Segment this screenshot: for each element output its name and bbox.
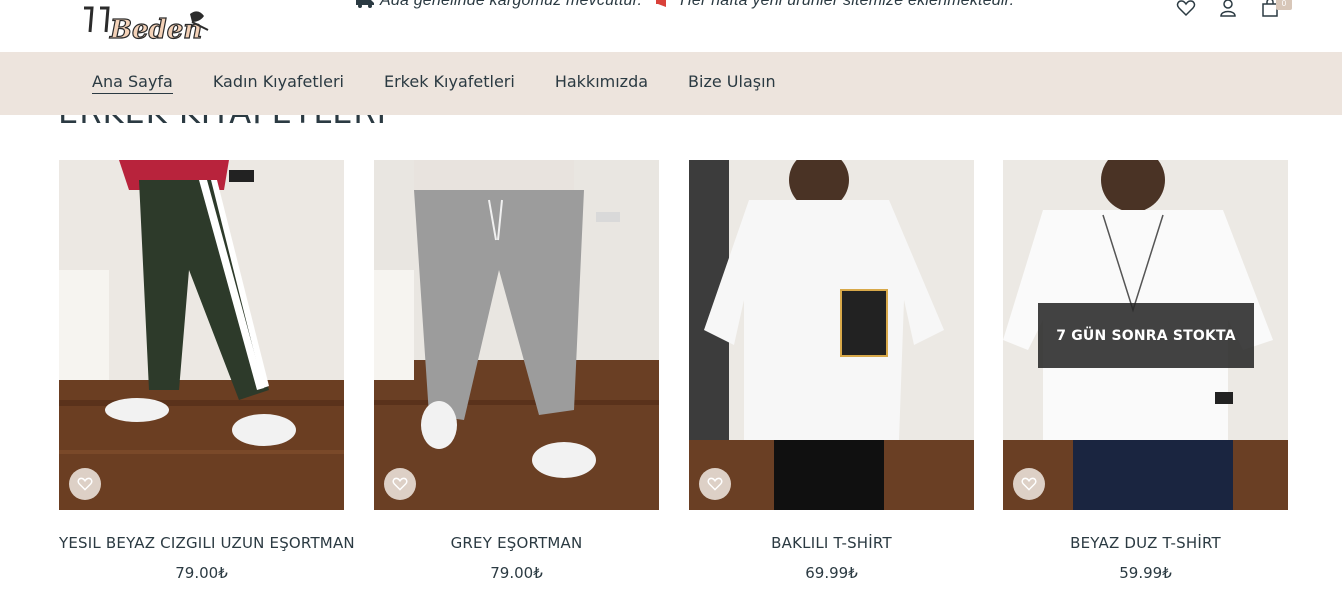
product-name[interactable]: YESIL BEYAZ CIZGILI UZUN EŞORTMAN — [59, 534, 355, 552]
header-icons: 0 — [1176, 0, 1302, 18]
main-nav: Ana Sayfa Kadın Kıyafetleri Erkek Kıyafe… — [0, 52, 1342, 115]
heart-icon — [707, 476, 723, 492]
user-icon[interactable] — [1218, 0, 1238, 18]
add-to-wishlist-button[interactable] — [69, 468, 101, 500]
nav-item-home[interactable]: Ana Sayfa — [92, 72, 173, 94]
product-image[interactable]: 7 GÜN SONRA STOKTA — [1003, 160, 1288, 510]
nav-item-mens-clothing[interactable]: Erkek Kıyafetleri — [384, 72, 515, 93]
megaphone-icon — [656, 0, 674, 7]
nav-item-womens-clothing[interactable]: Kadın Kıyafetleri — [213, 72, 344, 93]
add-to-wishlist-button[interactable] — [699, 468, 731, 500]
product-card[interactable]: BAKLILI T-SHİRT 69.99₺ — [689, 160, 974, 582]
product-card[interactable]: GREY EŞORTMAN 79.00₺ — [374, 160, 659, 582]
product-price: 69.99₺ — [805, 564, 858, 582]
product-name[interactable]: BEYAZ DUZ T-SHİRT — [1003, 534, 1288, 552]
add-to-wishlist-button[interactable] — [1013, 468, 1045, 500]
heart-icon — [392, 476, 408, 492]
page: Beden Ada genelinde kargomuz mevcuttur. … — [0, 0, 1342, 602]
heart-icon — [1021, 476, 1037, 492]
product-price: 79.00₺ — [175, 564, 228, 582]
announcement-shipping: Ada genelinde kargomuz mevcuttur. — [380, 0, 643, 9]
nav-item-contact[interactable]: Bize Ulaşın — [688, 72, 776, 93]
heart-icon — [77, 476, 93, 492]
product-card[interactable]: 7 GÜN SONRA STOKTA BEYAZ DUZ T-SHİRT 59.… — [1003, 160, 1288, 582]
top-bar: Beden Ada genelinde kargomuz mevcuttur. … — [0, 0, 1342, 52]
product-card[interactable]: YESIL BEYAZ CIZGILI UZUN EŞORTMAN 79.00₺ — [59, 160, 355, 582]
product-image[interactable] — [59, 160, 344, 510]
product-image[interactable] — [689, 160, 974, 510]
cart-count-badge: 0 — [1276, 0, 1292, 10]
product-name[interactable]: GREY EŞORTMAN — [374, 534, 659, 552]
product-price: 59.99₺ — [1119, 564, 1172, 582]
heart-icon[interactable] — [1176, 0, 1196, 18]
announcement-new-products: Her hafta yeni ürünler sitemize eklenmek… — [680, 0, 1015, 9]
svg-text:Beden: Beden — [109, 15, 202, 44]
stock-status-badge: 7 GÜN SONRA STOKTA — [1038, 303, 1254, 368]
add-to-wishlist-button[interactable] — [384, 468, 416, 500]
truck-icon — [356, 0, 374, 8]
product-price: 79.00₺ — [490, 564, 543, 582]
product-name[interactable]: BAKLILI T-SHİRT — [689, 534, 974, 552]
product-image[interactable] — [374, 160, 659, 510]
brand-logo[interactable]: Beden — [72, 0, 222, 44]
shopping-bag-icon[interactable]: 0 — [1260, 0, 1292, 18]
nav-item-about[interactable]: Hakkımızda — [555, 72, 648, 93]
announcement-bar: Ada genelinde kargomuz mevcuttur. Her ha… — [356, 0, 1014, 10]
